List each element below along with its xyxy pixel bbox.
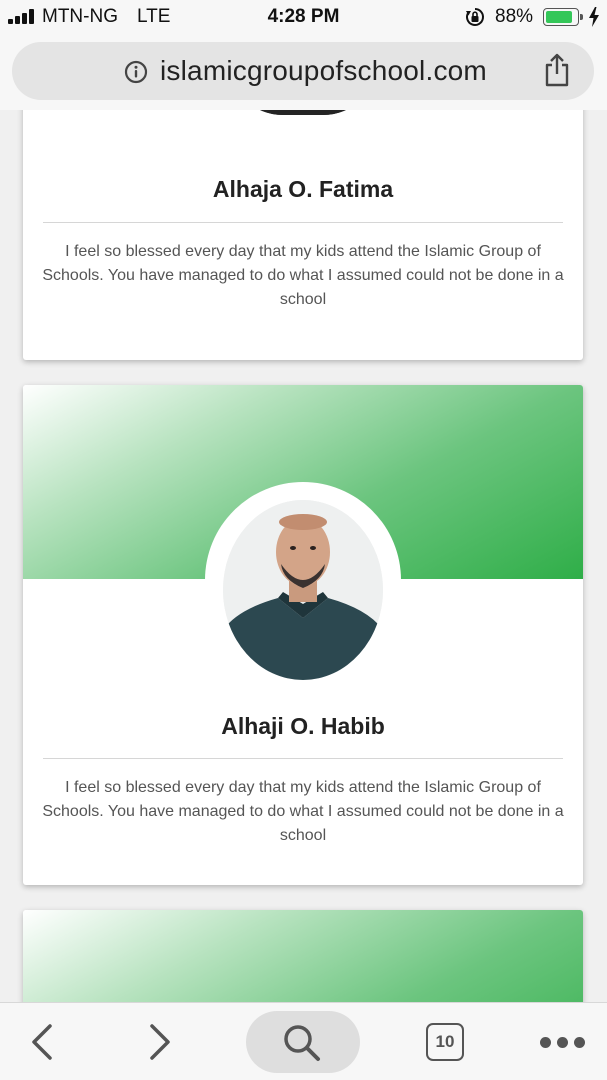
back-icon[interactable] (28, 1022, 56, 1062)
status-bar: MTN-NG LTE 4:28 PM 88% (0, 0, 607, 34)
more-icon[interactable] (540, 1037, 586, 1049)
search-button[interactable] (246, 1011, 360, 1073)
battery-percent: 88% (495, 6, 534, 27)
testimonial-name: Alhaja O. Fatima (212, 176, 394, 202)
charging-bolt-icon (589, 7, 599, 27)
address-bar[interactable]: islamicgroupofschool.com (12, 42, 594, 100)
url-text[interactable]: islamicgroupofschool.com (160, 55, 487, 87)
testimonial-card (23, 910, 583, 1002)
share-icon[interactable] (542, 52, 572, 88)
testimonial-text: I feel so blessed every day that my kids… (42, 243, 564, 308)
testimonial-card: Alhaji O. Habib I feel so blessed every … (23, 385, 583, 885)
search-icon[interactable] (282, 1023, 322, 1063)
forward-icon[interactable] (146, 1022, 174, 1062)
browser-address-area: islamicgroupofschool.com (0, 34, 607, 110)
page-content[interactable]: Alhaja O. Fatima I feel so blessed every… (0, 110, 607, 1002)
avatar (228, 110, 378, 115)
card-banner (23, 910, 583, 1002)
testimonial-name: Alhaji O. Habib (221, 713, 385, 739)
testimonial-card: Alhaja O. Fatima I feel so blessed every… (23, 110, 583, 360)
tabs-icon[interactable]: 10 (426, 1023, 464, 1061)
avatar (223, 500, 383, 680)
divider (43, 758, 563, 759)
testimonial-text: I feel so blessed every day that my kids… (42, 779, 564, 844)
info-icon[interactable] (124, 60, 148, 84)
battery-icon (543, 8, 583, 26)
divider (43, 222, 563, 223)
browser-toolbar: 10 (0, 1002, 607, 1080)
orientation-lock-icon (466, 8, 484, 26)
